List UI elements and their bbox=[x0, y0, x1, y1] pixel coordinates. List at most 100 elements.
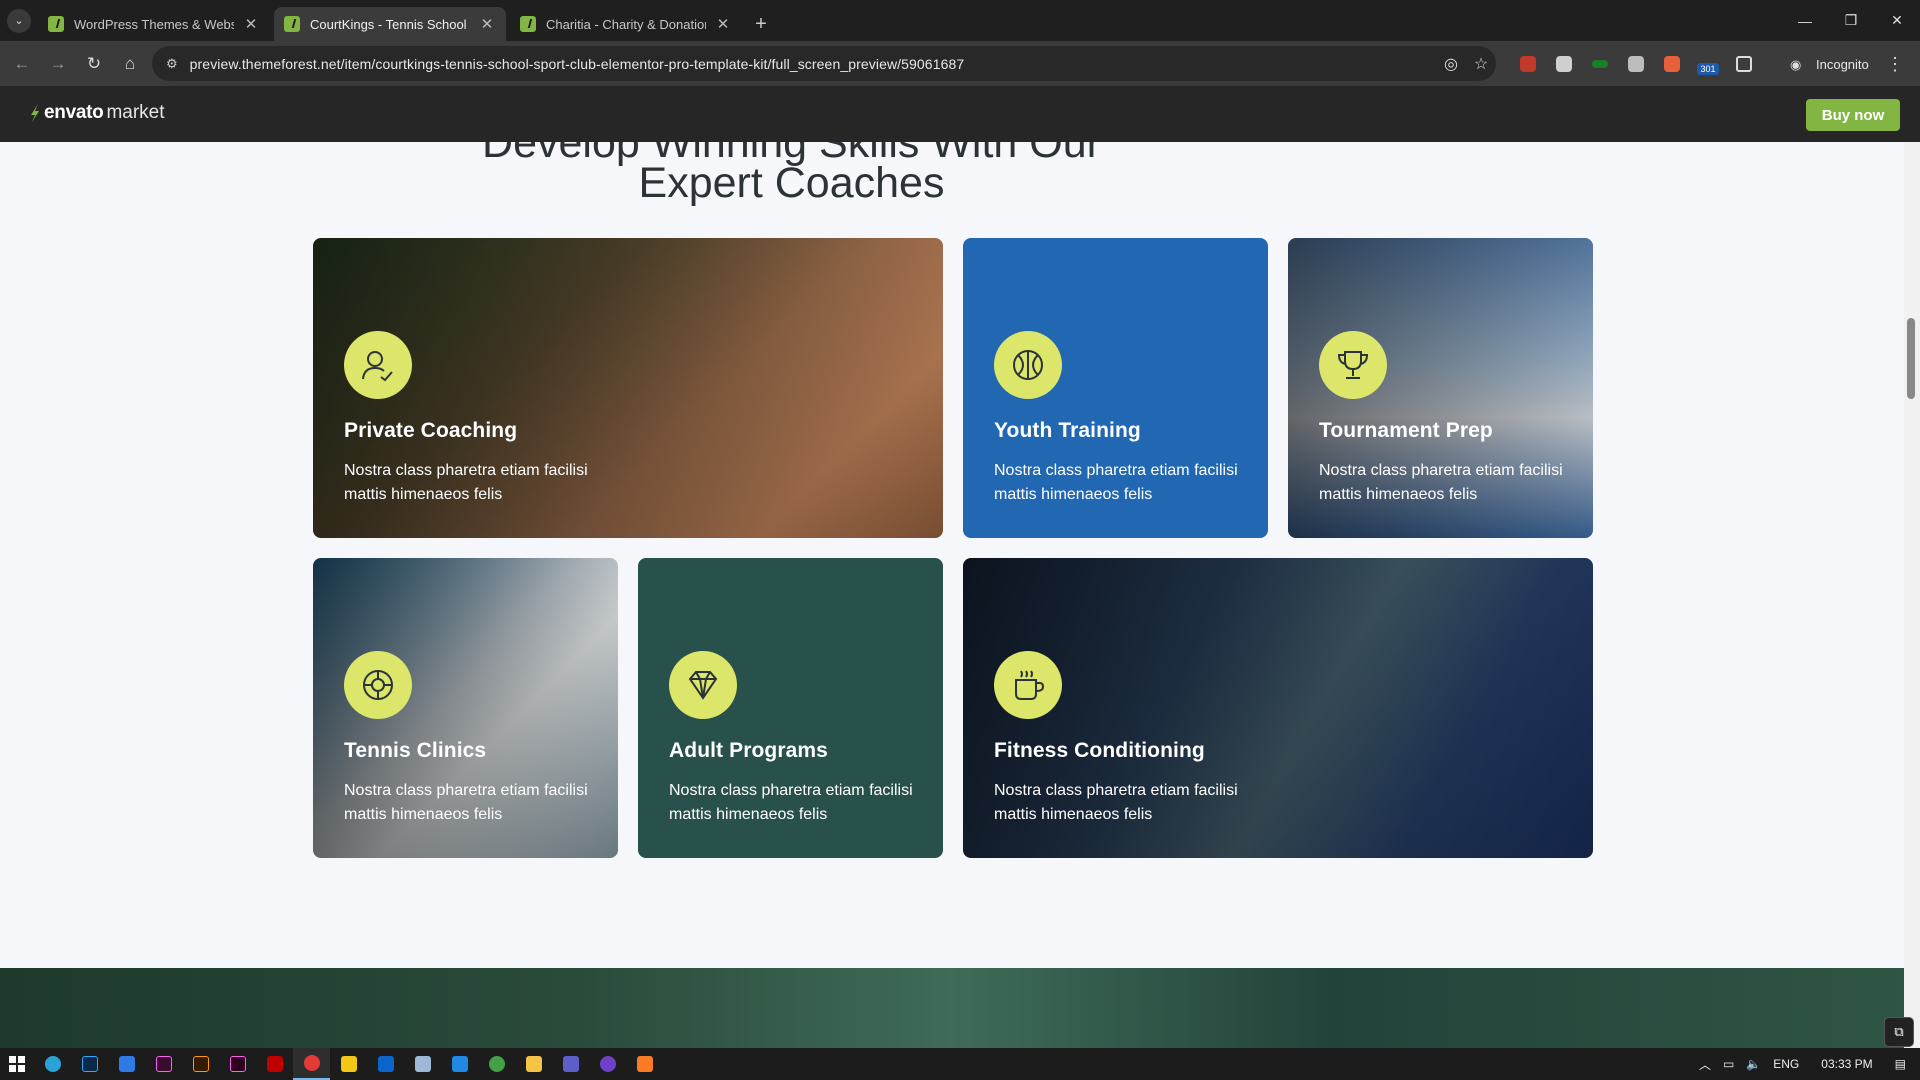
card-description: Nostra class pharetra etiam facilisi mat… bbox=[344, 462, 588, 503]
card-description: Nostra class pharetra etiam facilisi mat… bbox=[994, 462, 1238, 503]
card-tennis-clinics[interactable]: Tennis Clinics Nostra class pharetra eti… bbox=[313, 558, 618, 858]
extension-green-icon[interactable] bbox=[1582, 49, 1618, 79]
language-indicator[interactable]: ENG bbox=[1773, 1057, 1799, 1071]
tab-charitia[interactable]: Charitia - Charity & Donation Sport ✕ bbox=[510, 7, 742, 41]
card-tournament-prep[interactable]: Tournament Prep Nostra class pharetra et… bbox=[1288, 238, 1593, 538]
chrome-alt-icon[interactable] bbox=[478, 1048, 515, 1080]
browser-toolbar: ← → ↻ ⌂ ⚙ preview.themeforest.net/item/c… bbox=[0, 41, 1920, 86]
logo-envato-text: envato bbox=[44, 102, 104, 123]
xd-icon[interactable] bbox=[219, 1048, 256, 1080]
person-check-icon bbox=[362, 351, 393, 382]
incognito-icon: ◉ bbox=[1790, 57, 1802, 72]
close-icon[interactable]: ✕ bbox=[714, 15, 732, 33]
diamond-icon bbox=[688, 671, 718, 700]
extensions-area: 301 bbox=[1510, 49, 1762, 79]
url-text[interactable]: preview.themeforest.net/item/courtkings-… bbox=[190, 56, 1436, 72]
envato-favicon-icon bbox=[520, 16, 536, 32]
floating-link-icon[interactable]: ⧉ bbox=[1884, 1017, 1914, 1047]
xampp-icon[interactable] bbox=[626, 1048, 663, 1080]
lifebuoy-icon bbox=[363, 670, 393, 700]
card-fitness-conditioning[interactable]: Fitness Conditioning Nostra class pharet… bbox=[963, 558, 1593, 858]
card-description: Nostra class pharetra etiam facilisi mat… bbox=[994, 782, 1238, 823]
site-info-icon[interactable]: ⚙ bbox=[166, 56, 178, 72]
camera-icon[interactable] bbox=[1618, 49, 1654, 79]
browser-tab-strip: ⌄ WordPress Themes & Website Templates ✕… bbox=[0, 0, 1920, 41]
restore-icon[interactable]: ❐ bbox=[1828, 0, 1874, 41]
menu-icon[interactable]: ⋮ bbox=[1880, 49, 1910, 79]
notification-icon[interactable]: ▤ bbox=[1895, 1057, 1906, 1071]
card-private-coaching[interactable]: Private Coaching Nostra class pharetra e… bbox=[313, 238, 943, 538]
trophy-icon bbox=[1337, 351, 1369, 379]
chevron-up-icon[interactable]: ︿ bbox=[1699, 1056, 1711, 1073]
buy-now-button[interactable]: Buy now bbox=[1806, 99, 1900, 131]
filezilla-icon[interactable] bbox=[256, 1048, 293, 1080]
todo-icon[interactable] bbox=[108, 1048, 145, 1080]
card-description: Nostra class pharetra etiam facilisi mat… bbox=[344, 782, 588, 823]
next-section-image bbox=[0, 968, 1904, 1048]
page-scrollbar[interactable] bbox=[1904, 142, 1920, 1048]
envato-favicon-icon bbox=[48, 16, 64, 32]
chrome-icon[interactable] bbox=[293, 1048, 330, 1080]
clock[interactable]: 03:33 PM bbox=[1821, 1057, 1872, 1071]
envato-preview-bar: envato market Buy now bbox=[0, 86, 1920, 142]
card-icon-badge bbox=[344, 331, 412, 399]
extension-white-icon[interactable] bbox=[1546, 49, 1582, 79]
incognito-label: Incognito bbox=[1816, 56, 1869, 72]
network-icon[interactable]: ▭ bbox=[1723, 1057, 1734, 1071]
extension-orange-icon[interactable] bbox=[1654, 49, 1690, 79]
card-title: Tournament Prep bbox=[1319, 419, 1493, 442]
reload-icon[interactable]: ↻ bbox=[76, 46, 112, 82]
star-icon[interactable]: ☆ bbox=[1466, 54, 1496, 74]
extension-badge-icon[interactable]: 301 bbox=[1690, 49, 1726, 79]
extension-red-icon[interactable] bbox=[1510, 49, 1546, 79]
close-icon[interactable]: ✕ bbox=[478, 15, 496, 33]
logo-market-text: market bbox=[106, 102, 165, 123]
card-description: Nostra class pharetra etiam facilisi mat… bbox=[669, 782, 913, 823]
close-icon[interactable]: ✕ bbox=[242, 15, 260, 33]
card-description: Nostra class pharetra etiam facilisi mat… bbox=[1319, 462, 1563, 503]
file-explorer-icon[interactable] bbox=[515, 1048, 552, 1080]
windows-start-icon[interactable] bbox=[0, 1048, 34, 1080]
chevron-down-icon: ⌄ bbox=[7, 8, 31, 33]
puzzle-icon[interactable] bbox=[1726, 49, 1762, 79]
ball-icon bbox=[1013, 350, 1043, 380]
address-bar[interactable]: ⚙ preview.themeforest.net/item/courtking… bbox=[152, 46, 1496, 81]
home-icon[interactable]: ⌂ bbox=[112, 46, 148, 82]
sticky-notes-icon[interactable] bbox=[330, 1048, 367, 1080]
minimize-icon[interactable]: — bbox=[1782, 0, 1828, 41]
tab-label: WordPress Themes & Website Templates bbox=[74, 16, 234, 32]
envato-logo[interactable]: envato market bbox=[29, 102, 165, 124]
dreamweaver-icon[interactable] bbox=[145, 1048, 182, 1080]
eye-off-icon[interactable]: ◎ bbox=[1436, 54, 1466, 74]
photoshop-icon[interactable] bbox=[71, 1048, 108, 1080]
illustrator-icon[interactable] bbox=[182, 1048, 219, 1080]
card-title: Tennis Clinics bbox=[344, 739, 487, 762]
volume-icon[interactable]: 🔈 bbox=[1746, 1057, 1761, 1071]
card-title: Youth Training bbox=[994, 419, 1141, 442]
card-icon-badge bbox=[669, 651, 737, 719]
tab-search-button[interactable]: ⌄ bbox=[0, 0, 38, 41]
tab-courtkings[interactable]: CourtKings - Tennis School & Sport ✕ bbox=[274, 7, 506, 41]
section-heading-line2: Expert Coaches bbox=[638, 159, 945, 207]
incognito-indicator[interactable]: ◉ Incognito bbox=[1778, 48, 1881, 80]
new-tab-button[interactable]: + bbox=[746, 7, 776, 41]
card-youth-training[interactable]: Youth Training Nostra class pharetra eti… bbox=[963, 238, 1268, 538]
card-icon-badge bbox=[994, 331, 1062, 399]
scrollbar-thumb[interactable] bbox=[1907, 318, 1915, 399]
tab-wordpress-themes[interactable]: WordPress Themes & Website Templates ✕ bbox=[38, 7, 270, 41]
notepad-icon[interactable] bbox=[404, 1048, 441, 1080]
vscode-icon[interactable] bbox=[441, 1048, 478, 1080]
envato-favicon-icon bbox=[284, 16, 300, 32]
tab-label: Charitia - Charity & Donation Sport bbox=[546, 16, 706, 32]
back-icon[interactable]: ← bbox=[4, 46, 40, 82]
outlook-icon[interactable] bbox=[367, 1048, 404, 1080]
github-icon[interactable] bbox=[589, 1048, 626, 1080]
system-tray: ︿ ▭ 🔈 ENG 03:33 PM ▤ bbox=[1693, 1048, 1920, 1080]
edge-icon[interactable] bbox=[34, 1048, 71, 1080]
close-window-icon[interactable]: ✕ bbox=[1874, 0, 1920, 41]
card-title: Private Coaching bbox=[344, 419, 518, 442]
card-adult-programs[interactable]: Adult Programs Nostra class pharetra eti… bbox=[638, 558, 943, 858]
forward-icon[interactable]: → bbox=[40, 46, 76, 82]
card-icon-badge bbox=[344, 651, 412, 719]
teams-icon[interactable] bbox=[552, 1048, 589, 1080]
